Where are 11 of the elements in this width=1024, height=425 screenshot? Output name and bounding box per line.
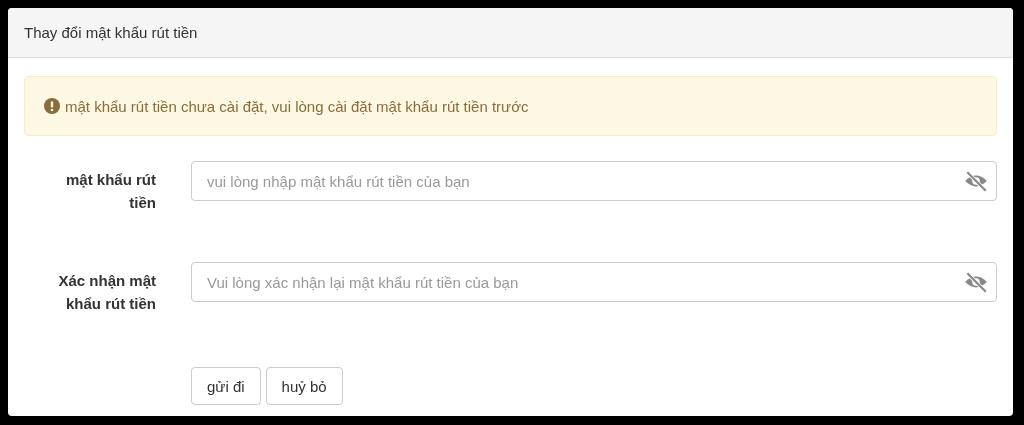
field-label: Xác nhận mật khẩu rút tiền [57,271,156,314]
eye-slash-icon[interactable] [963,170,989,192]
field-label: mật khẩu rút tiền [65,170,156,213]
password-field[interactable]: Vui lòng xác nhận lại mật khẩu rút tiền của bạn [191,262,997,302]
password-field[interactable]: vui lòng nhập mật khẩu rút tiền của bạn [191,161,997,201]
eye-slash-icon[interactable] [963,271,989,293]
form-button[interactable]: gửi đi [191,367,261,405]
exclamation-icon [44,98,60,114]
alert-message: mật khẩu rút tiền chưa cài đặt, vui lòng cài đặt mật khẩu rút tiền trước [65,97,529,115]
panel-title: Thay đổi mật khẩu rút tiền [24,24,198,41]
form-button[interactable]: huỷ bỏ [265,367,343,405]
